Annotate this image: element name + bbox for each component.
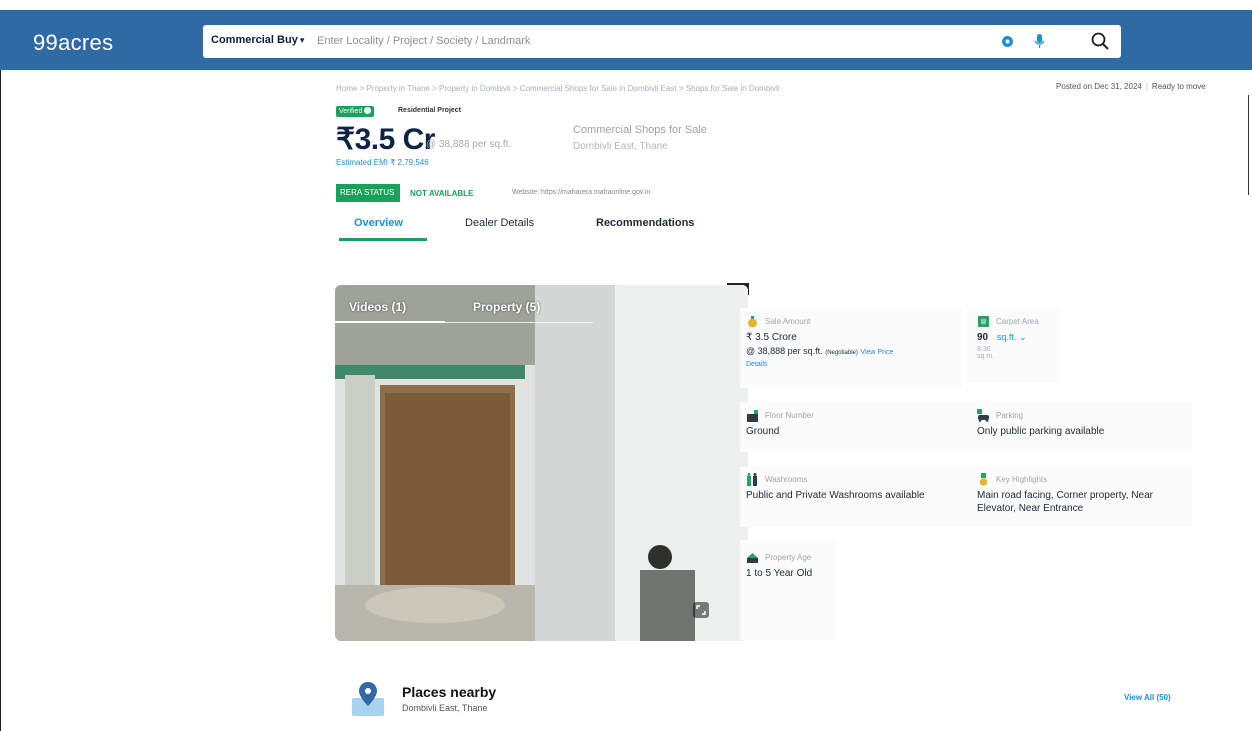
view-all-link[interactable]: View All (50): [1124, 693, 1171, 702]
category-label: Commercial Buy: [211, 34, 298, 46]
map-pin-icon: [352, 682, 384, 716]
building-age-icon: [747, 553, 758, 563]
parking-value: Only public parking available: [977, 426, 1105, 437]
carpet-area-sqm: 8.36 sq.m.: [977, 346, 995, 360]
expand-icon[interactable]: [693, 602, 709, 618]
sale-amount-value: ₹ 3.5 Crore: [746, 332, 797, 343]
price-per-sqft: @ 38,888 per sq.ft.: [426, 139, 512, 150]
check-icon: [364, 107, 372, 114]
possession-status: Ready to move: [1151, 82, 1206, 91]
floor-number-value: Ground: [746, 426, 780, 437]
chevron-down-icon: ⌄: [1018, 332, 1027, 342]
search-input[interactable]: [315, 30, 955, 52]
media-tab-videos[interactable]: Videos (1): [349, 300, 406, 314]
tab-dealer-details[interactable]: Dealer Details: [465, 217, 534, 229]
breadcrumb[interactable]: Home > Property in Thane > Property in D…: [336, 84, 780, 93]
key-highlights-value-2: Elevator, Near Entrance: [977, 503, 1084, 514]
verified-badge: Verified: [336, 106, 375, 117]
media-tabs: Videos (1) Property (5): [335, 285, 748, 330]
media-viewer[interactable]: Videos (1) Property (5): [335, 285, 748, 641]
property-age-value: 1 to 5 Year Old: [746, 568, 813, 579]
rera-website[interactable]: Website: https://maharera.mahaonline.gov…: [512, 189, 650, 196]
places-nearby-title: Places nearby: [402, 684, 497, 700]
active-tab-indicator: [339, 238, 427, 241]
tab-recommendations[interactable]: Recommendations: [596, 217, 694, 229]
places-nearby-location: Dombivli East, Thane: [402, 703, 488, 713]
divider: [1248, 95, 1249, 195]
sale-amount-per-sqft: @ 38,888 per sq.ft. (Negotiable) View Pr…: [746, 346, 893, 356]
media-tab-active-indicator: [335, 321, 445, 323]
posted-info: Posted on Dec 31, 2024 | Ready to move: [1056, 82, 1206, 91]
rera-label: RERA STATUS: [340, 188, 395, 197]
medal-icon: [979, 473, 988, 486]
view-price-link[interactable]: View Price: [860, 349, 893, 356]
carpet-area-label: Carpet Area: [996, 317, 1039, 326]
sale-amount-label: Sale Amount: [765, 317, 811, 326]
listing-location: Dombivli East, Thane: [573, 141, 668, 152]
page-border: [0, 70, 1, 731]
unit-dropdown[interactable]: sq.ft. ⌄: [997, 332, 1027, 342]
emi-link[interactable]: Estimated EMI ₹ 2,79,546: [336, 158, 429, 167]
chevron-down-icon: ▾: [299, 35, 305, 45]
money-bag-icon: [748, 316, 757, 328]
listing-title: Commercial Shops for Sale: [573, 124, 707, 136]
media-tab-property[interactable]: Property (5): [473, 300, 540, 314]
property-age-label: Property Age: [765, 553, 812, 562]
mic-icon[interactable]: [1034, 34, 1045, 49]
negotiable-tag: (Negotiable): [825, 350, 858, 356]
view-price-link-2[interactable]: Details: [746, 361, 767, 368]
parking-label: Parking: [996, 411, 1024, 420]
posted-date: Posted on Dec 31, 2024: [1056, 82, 1142, 91]
floor-number-label: Floor Number: [765, 411, 814, 420]
location-icon[interactable]: [1001, 35, 1014, 48]
key-highlights-label: Key Highlights: [996, 475, 1048, 484]
detail-card-bg: [740, 402, 1192, 452]
property-photo: [335, 285, 748, 641]
washrooms-label: Washrooms: [765, 475, 808, 484]
carpet-area-value: 90 sq.ft. ⌄: [977, 332, 1026, 343]
search-bar: Commercial Buy ▾: [203, 25, 1121, 58]
category-dropdown[interactable]: Commercial Buy ▾: [211, 34, 304, 46]
carpet-area-number: 90: [977, 332, 989, 343]
info-icon: [343, 206, 351, 214]
rera-value: NOT AVAILABLE: [410, 189, 474, 198]
verified-label: Verified: [339, 108, 363, 115]
top-navbar: 99acres Commercial Buy ▾: [0, 10, 1252, 70]
tab-overview[interactable]: Overview: [354, 217, 403, 229]
washroom-icon: [747, 473, 757, 486]
washrooms-value: Public and Private Washrooms available: [746, 490, 925, 501]
area-icon: [978, 316, 989, 327]
key-highlights-value: Main road facing, Corner property, Near: [977, 490, 1154, 501]
car-icon: [977, 409, 989, 422]
unit-label: sq.ft.: [996, 332, 1017, 342]
search-icon[interactable]: [1090, 31, 1110, 51]
per-sqft-text: @ 38,888 per sq.ft.: [746, 346, 823, 356]
project-type: Residential Project: [398, 107, 462, 114]
logo[interactable]: 99acres: [33, 30, 113, 56]
price: ₹3.5 Cr: [336, 123, 435, 156]
floor-icon: [747, 410, 758, 422]
rera-status-badge[interactable]: RERA STATUS: [336, 184, 400, 214]
